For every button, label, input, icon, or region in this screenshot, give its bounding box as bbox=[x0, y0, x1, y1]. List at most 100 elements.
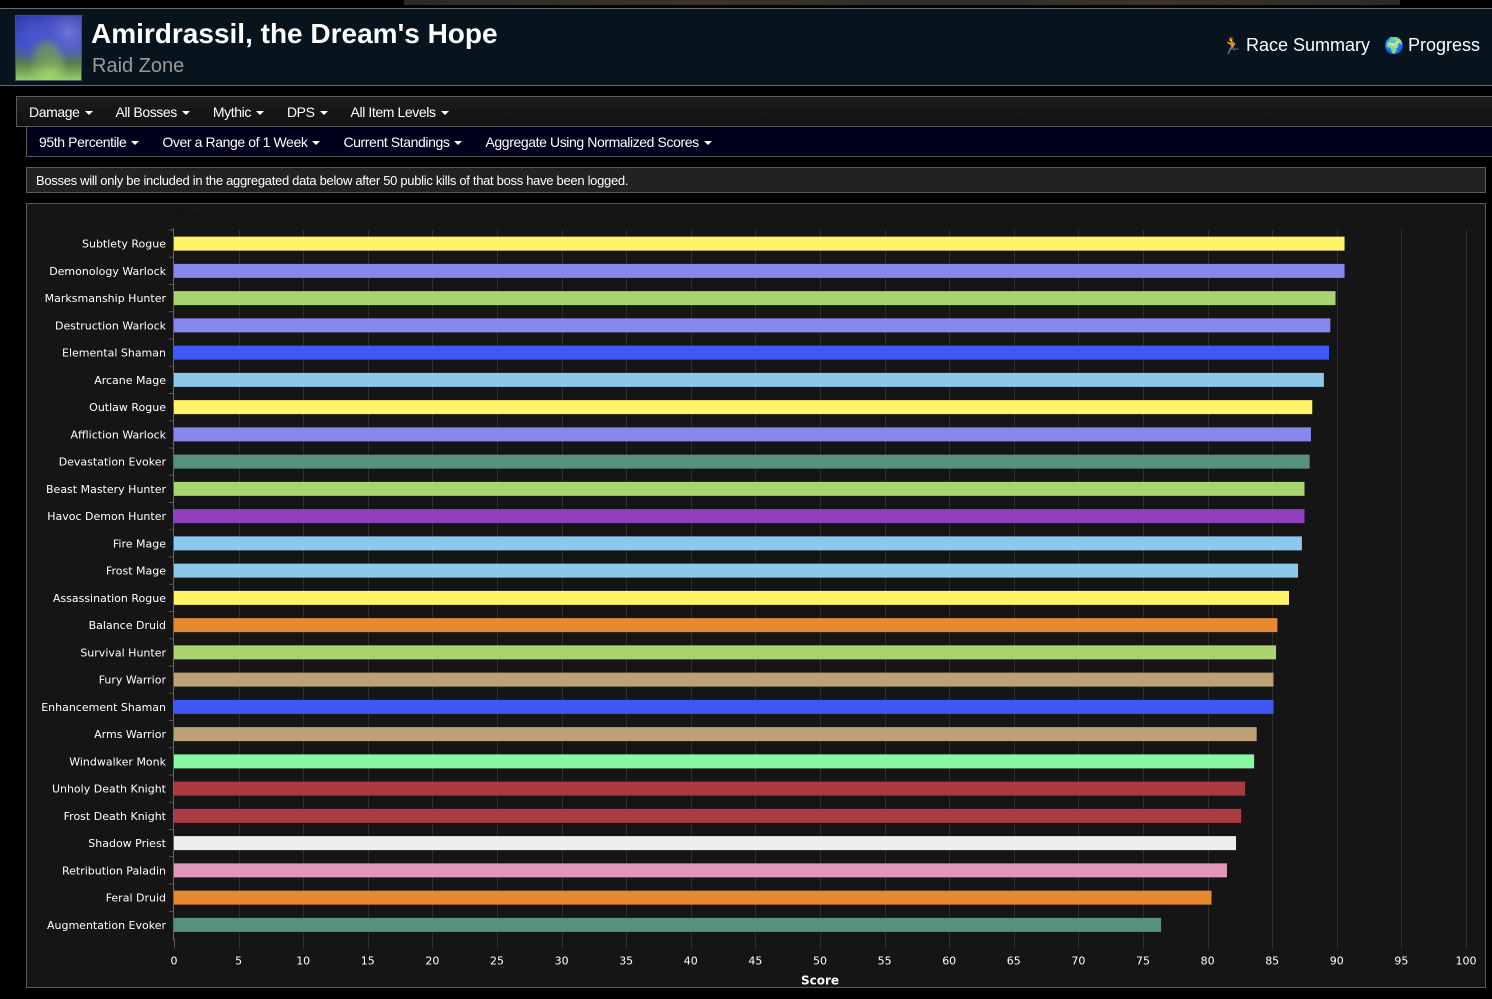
y-category-label: Frost Mage bbox=[106, 565, 166, 578]
bar[interactable] bbox=[174, 808, 1242, 823]
x-tick-label: 80 bbox=[1201, 955, 1215, 968]
aggregate-dropdown-label: Aggregate Using Normalized Scores bbox=[485, 133, 699, 150]
bars bbox=[174, 236, 1345, 932]
bar[interactable] bbox=[174, 536, 1302, 551]
y-axis-labels: Subtlety Rogue Demonology Warlock Marksman… bbox=[41, 229, 174, 932]
metric-dropdown[interactable]: Damage bbox=[29, 104, 93, 120]
y-category-label: Fire Mage bbox=[113, 537, 166, 550]
bar[interactable] bbox=[174, 372, 1324, 387]
bar[interactable] bbox=[174, 727, 1257, 742]
bar[interactable] bbox=[174, 672, 1274, 687]
x-tick-label: 75 bbox=[1136, 955, 1150, 968]
bar[interactable] bbox=[174, 836, 1237, 851]
bar[interactable] bbox=[174, 754, 1255, 769]
bar[interactable] bbox=[174, 263, 1345, 278]
bar-chart-svg: Zoom Subtlety Rogue Demonology Warlock Mar… bbox=[41, 209, 1477, 988]
y-category-label: Arms Warrior bbox=[94, 728, 166, 741]
difficulty-dropdown[interactable]: Mythic bbox=[213, 104, 264, 120]
x-tick-label: 85 bbox=[1265, 955, 1279, 968]
bar[interactable] bbox=[174, 236, 1345, 251]
x-tick-label: 0 bbox=[171, 955, 178, 968]
y-category-label: Windwalker Monk bbox=[69, 755, 166, 768]
y-category-label: Shadow Priest bbox=[88, 837, 166, 850]
percentile-dropdown-label: 95th Percentile bbox=[39, 133, 127, 150]
y-category-label: Survival Hunter bbox=[80, 646, 166, 659]
caret-down-icon bbox=[703, 140, 712, 145]
x-tick-label: 95 bbox=[1394, 955, 1408, 968]
y-category-label: Elemental Shaman bbox=[62, 347, 166, 360]
y-category-label: Destruction Warlock bbox=[55, 319, 167, 332]
bar[interactable] bbox=[174, 345, 1330, 360]
race-summary-link[interactable]: 🏃 Race Summary bbox=[1222, 35, 1370, 56]
bar[interactable] bbox=[174, 291, 1336, 306]
boss-dropdown[interactable]: All Bosses bbox=[116, 104, 190, 120]
bar[interactable] bbox=[174, 427, 1311, 442]
caret-down-icon bbox=[84, 110, 93, 115]
y-category-label: Feral Druid bbox=[106, 892, 166, 905]
y-category-label: Fury Warrior bbox=[99, 674, 167, 687]
bar[interactable] bbox=[174, 590, 1289, 605]
running-person-icon: 🏃 bbox=[1222, 37, 1243, 55]
y-category-label: Augmentation Evoker bbox=[47, 919, 166, 932]
y-category-label: Unholy Death Knight bbox=[52, 783, 167, 796]
x-tick-label: 5 bbox=[235, 955, 242, 968]
x-tick-label: 40 bbox=[684, 955, 698, 968]
progress-link[interactable]: 🌍 Progress bbox=[1384, 35, 1480, 56]
y-category-label: Arcane Mage bbox=[94, 374, 166, 387]
x-tick-label: 45 bbox=[748, 955, 762, 968]
bar[interactable] bbox=[174, 699, 1274, 714]
filter-bar-secondary: 95th Percentile Over a Range of 1 Week C… bbox=[26, 127, 1492, 157]
x-tick-label: 55 bbox=[878, 955, 892, 968]
range-dropdown[interactable]: Over a Range of 1 Week bbox=[162, 134, 321, 150]
x-axis-ticks: 0 5 10 15 20 25 30 35 40 45 50 55 60 65 70 75 80 85 90 95 10… bbox=[171, 955, 1477, 968]
progress-label: Progress bbox=[1407, 35, 1480, 55]
bar[interactable] bbox=[174, 618, 1278, 633]
percentile-dropdown[interactable]: 95th Percentile bbox=[39, 133, 140, 150]
x-axis-title: Score bbox=[801, 974, 839, 988]
caret-down-icon bbox=[255, 110, 264, 115]
metric-dropdown-label: Damage bbox=[29, 103, 80, 120]
bar[interactable] bbox=[174, 509, 1305, 524]
standings-dropdown[interactable]: Current Standings bbox=[343, 134, 463, 150]
y-category-label: Demonology Warlock bbox=[49, 265, 166, 278]
y-category-label: Havoc Demon Hunter bbox=[47, 510, 166, 523]
y-category-label: Enhancement Shaman bbox=[41, 701, 166, 714]
caret-down-icon bbox=[454, 140, 463, 145]
bar[interactable] bbox=[174, 781, 1246, 796]
y-category-label: Assassination Rogue bbox=[53, 592, 166, 605]
bar[interactable] bbox=[174, 917, 1162, 932]
zone-header: Amirdrassil, the Dream's Hope Raid Zone … bbox=[0, 8, 1492, 86]
difficulty-dropdown-label: Mythic bbox=[212, 103, 251, 120]
y-category-label: Marksmanship Hunter bbox=[45, 292, 167, 305]
x-tick-label: 100 bbox=[1456, 955, 1477, 968]
x-tick-label: 70 bbox=[1071, 955, 1085, 968]
y-category-label: Subtlety Rogue bbox=[82, 238, 166, 251]
aggregation-notice: Bosses will only be included in the aggr… bbox=[26, 167, 1486, 193]
x-tick-label: 35 bbox=[619, 955, 633, 968]
zoom-label[interactable]: Zoom bbox=[173, 209, 205, 222]
role-dropdown-label: DPS bbox=[286, 103, 315, 120]
bar[interactable] bbox=[174, 481, 1305, 496]
y-category-label: Frost Death Knight bbox=[64, 810, 167, 823]
item-level-dropdown[interactable]: All Item Levels bbox=[351, 104, 449, 120]
role-dropdown[interactable]: DPS bbox=[287, 104, 328, 120]
bar[interactable] bbox=[174, 890, 1212, 905]
bar[interactable] bbox=[174, 454, 1310, 469]
item-level-dropdown-label: All Item Levels bbox=[350, 103, 436, 120]
aggregate-dropdown[interactable]: Aggregate Using Normalized Scores bbox=[485, 133, 712, 150]
y-category-label: Devastation Evoker bbox=[59, 456, 167, 469]
x-tick-label: 65 bbox=[1007, 955, 1021, 968]
bar[interactable] bbox=[174, 645, 1277, 660]
y-category-label: Balance Druid bbox=[89, 619, 166, 632]
globe-icon: 🌍 bbox=[1384, 37, 1404, 55]
bar[interactable] bbox=[174, 400, 1313, 415]
y-category-label: Affliction Warlock bbox=[71, 428, 167, 441]
bar[interactable] bbox=[174, 318, 1331, 333]
boss-dropdown-label: All Bosses bbox=[115, 103, 178, 120]
x-tick-label: 20 bbox=[425, 955, 439, 968]
filter-bar-primary: Damage All Bosses Mythic DPS All Item Le… bbox=[16, 96, 1492, 127]
bar[interactable] bbox=[174, 863, 1227, 878]
bar[interactable] bbox=[174, 563, 1299, 578]
top-strip bbox=[0, 0, 1492, 8]
y-category-label: Beast Mastery Hunter bbox=[46, 483, 166, 496]
